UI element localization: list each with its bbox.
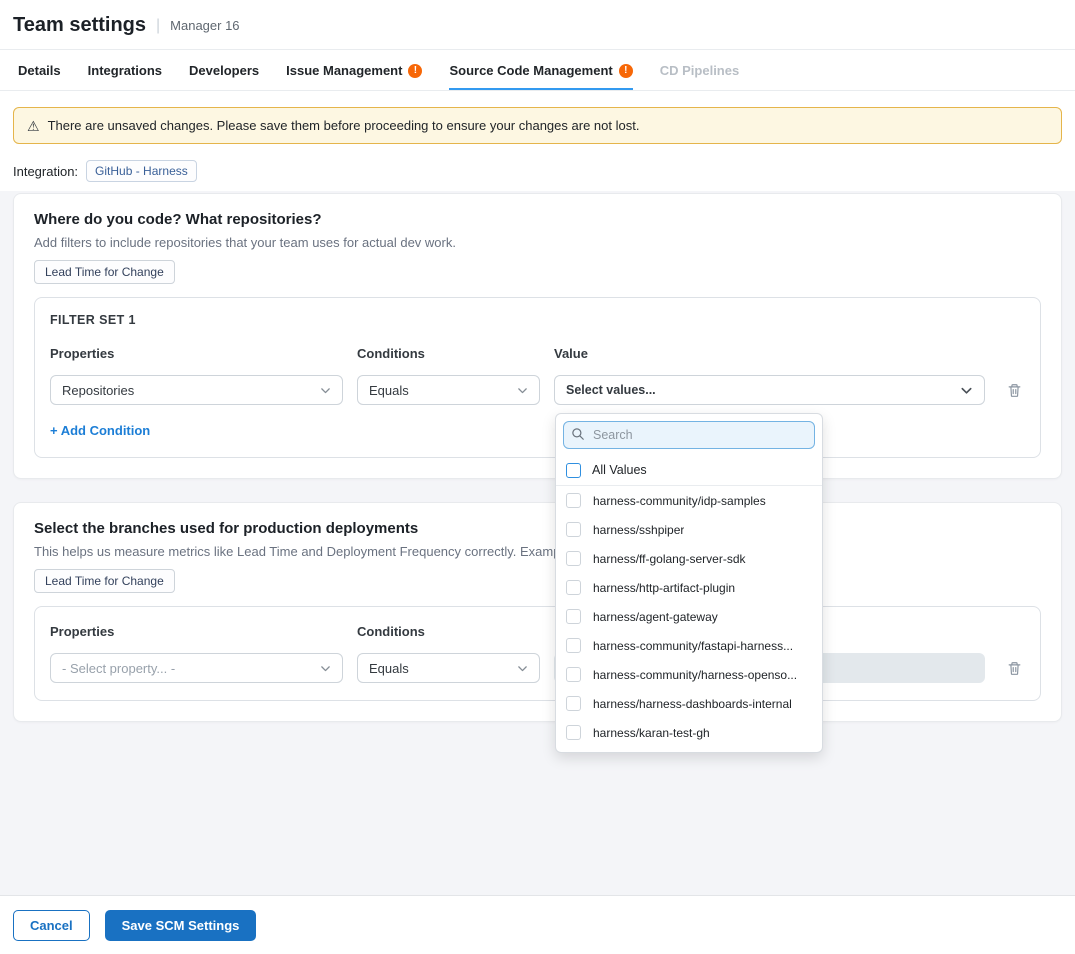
filter-set-1-panel: FILTER SET 1 Properties Conditions Value… [34, 297, 1041, 458]
value-column-header: Value [554, 346, 985, 361]
tab-developers[interactable]: Developers [189, 50, 259, 90]
property-select[interactable]: - Select property... - [50, 653, 343, 683]
dropdown-option[interactable]: harness/... [556, 747, 822, 753]
chevron-down-icon [319, 384, 332, 397]
chevron-down-icon [959, 383, 974, 398]
checkbox[interactable] [566, 638, 581, 653]
dropdown-option[interactable]: harness/agent-gateway [556, 602, 822, 631]
tab-cd-pipelines: CD Pipelines [660, 50, 739, 90]
branches-column-headers: Properties Conditions [50, 624, 1025, 639]
values-dropdown: All Values harness-community/idp-samples… [555, 413, 823, 753]
title-divider: | [156, 17, 160, 35]
properties-column-header: Properties [50, 624, 343, 639]
checkbox[interactable] [566, 551, 581, 566]
delete-filter-button[interactable] [1004, 380, 1025, 401]
checkbox[interactable] [566, 696, 581, 711]
condition-select[interactable]: Equals [357, 653, 540, 683]
checkbox[interactable] [566, 580, 581, 595]
delete-filter-button[interactable] [1004, 658, 1025, 679]
trash-icon [1006, 660, 1023, 677]
dropdown-option[interactable]: harness/ff-golang-server-sdk [556, 544, 822, 573]
repositories-card-subtitle: Add filters to include repositories that… [34, 235, 1041, 250]
cancel-button[interactable]: Cancel [13, 910, 90, 941]
checkbox[interactable] [566, 463, 581, 478]
search-input[interactable] [563, 421, 815, 449]
warning-triangle-icon: ⚠ [27, 119, 40, 133]
content-area: Where do you code? What repositories? Ad… [0, 191, 1075, 895]
team-name: Manager 16 [170, 18, 239, 33]
condition-select[interactable]: Equals [357, 375, 540, 405]
dropdown-option[interactable]: harness/harness-dashboards-internal [556, 689, 822, 718]
filter-set-1-title: FILTER SET 1 [50, 313, 1025, 327]
chevron-down-icon [319, 662, 332, 675]
dropdown-option[interactable]: harness-community/harness-openso... [556, 660, 822, 689]
lead-time-badge: Lead Time for Change [34, 260, 175, 284]
filter-set-1-row: Repositories Equals Select values... [50, 375, 1025, 405]
tab-details[interactable]: Details [18, 50, 61, 90]
tab-issue-management[interactable]: Issue Management ! [286, 50, 422, 90]
save-scm-settings-button[interactable]: Save SCM Settings [105, 910, 257, 941]
integration-row: Integration: GitHub - Harness [13, 160, 1062, 182]
dropdown-option[interactable]: harness/http-artifact-plugin [556, 573, 822, 602]
branches-card-title: Select the branches used for production … [34, 520, 1041, 537]
dropdown-option[interactable]: harness-community/idp-samples [556, 486, 822, 515]
branches-card: Select the branches used for production … [13, 502, 1062, 722]
dropdown-option[interactable]: harness/sshpiper [556, 515, 822, 544]
trash-icon [1006, 382, 1023, 399]
checkbox[interactable] [566, 609, 581, 624]
checkbox[interactable] [566, 725, 581, 740]
branches-filter-panel: Properties Conditions - Select property.… [34, 606, 1041, 701]
chevron-down-icon [516, 384, 529, 397]
warning-badge-icon: ! [619, 64, 633, 78]
repositories-card-title: Where do you code? What repositories? [34, 211, 1041, 228]
dropdown-option[interactable]: harness-community/fastapi-harness... [556, 631, 822, 660]
warning-badge-icon: ! [408, 64, 422, 78]
footer-bar: Cancel Save SCM Settings [0, 895, 1075, 954]
add-condition-button[interactable]: + Add Condition [50, 423, 150, 438]
search-wrap [556, 414, 822, 455]
dropdown-option[interactable]: harness/karan-test-gh [556, 718, 822, 747]
unsaved-changes-banner: ⚠ There are unsaved changes. Please save… [13, 107, 1062, 144]
conditions-column-header: Conditions [357, 346, 540, 361]
page-header: Team settings | Manager 16 [0, 0, 1075, 50]
integration-badge[interactable]: GitHub - Harness [86, 160, 197, 182]
conditions-column-header: Conditions [357, 624, 540, 639]
banner-message: There are unsaved changes. Please save t… [48, 118, 640, 133]
tab-bar: Details Integrations Developers Issue Ma… [0, 50, 1075, 91]
chevron-down-icon [516, 662, 529, 675]
all-values-option[interactable]: All Values [556, 455, 822, 486]
checkbox[interactable] [566, 667, 581, 682]
checkbox[interactable] [566, 493, 581, 508]
page-title: Team settings [13, 14, 146, 37]
value-multiselect[interactable]: Select values... [554, 375, 985, 405]
repositories-card: Where do you code? What repositories? Ad… [13, 193, 1062, 479]
tab-source-code-management[interactable]: Source Code Management ! [449, 50, 632, 90]
branches-card-subtitle: This helps us measure metrics like Lead … [34, 544, 1041, 559]
all-values-label: All Values [592, 463, 647, 477]
checkbox[interactable] [566, 522, 581, 537]
lead-time-badge: Lead Time for Change [34, 569, 175, 593]
integration-label: Integration: [13, 164, 78, 179]
tab-integrations[interactable]: Integrations [88, 50, 162, 90]
property-select[interactable]: Repositories [50, 375, 343, 405]
search-icon [571, 427, 585, 441]
properties-column-header: Properties [50, 346, 343, 361]
branches-filter-row: - Select property... - Equals [50, 653, 1025, 683]
filter-set-1-column-headers: Properties Conditions Value [50, 346, 1025, 361]
